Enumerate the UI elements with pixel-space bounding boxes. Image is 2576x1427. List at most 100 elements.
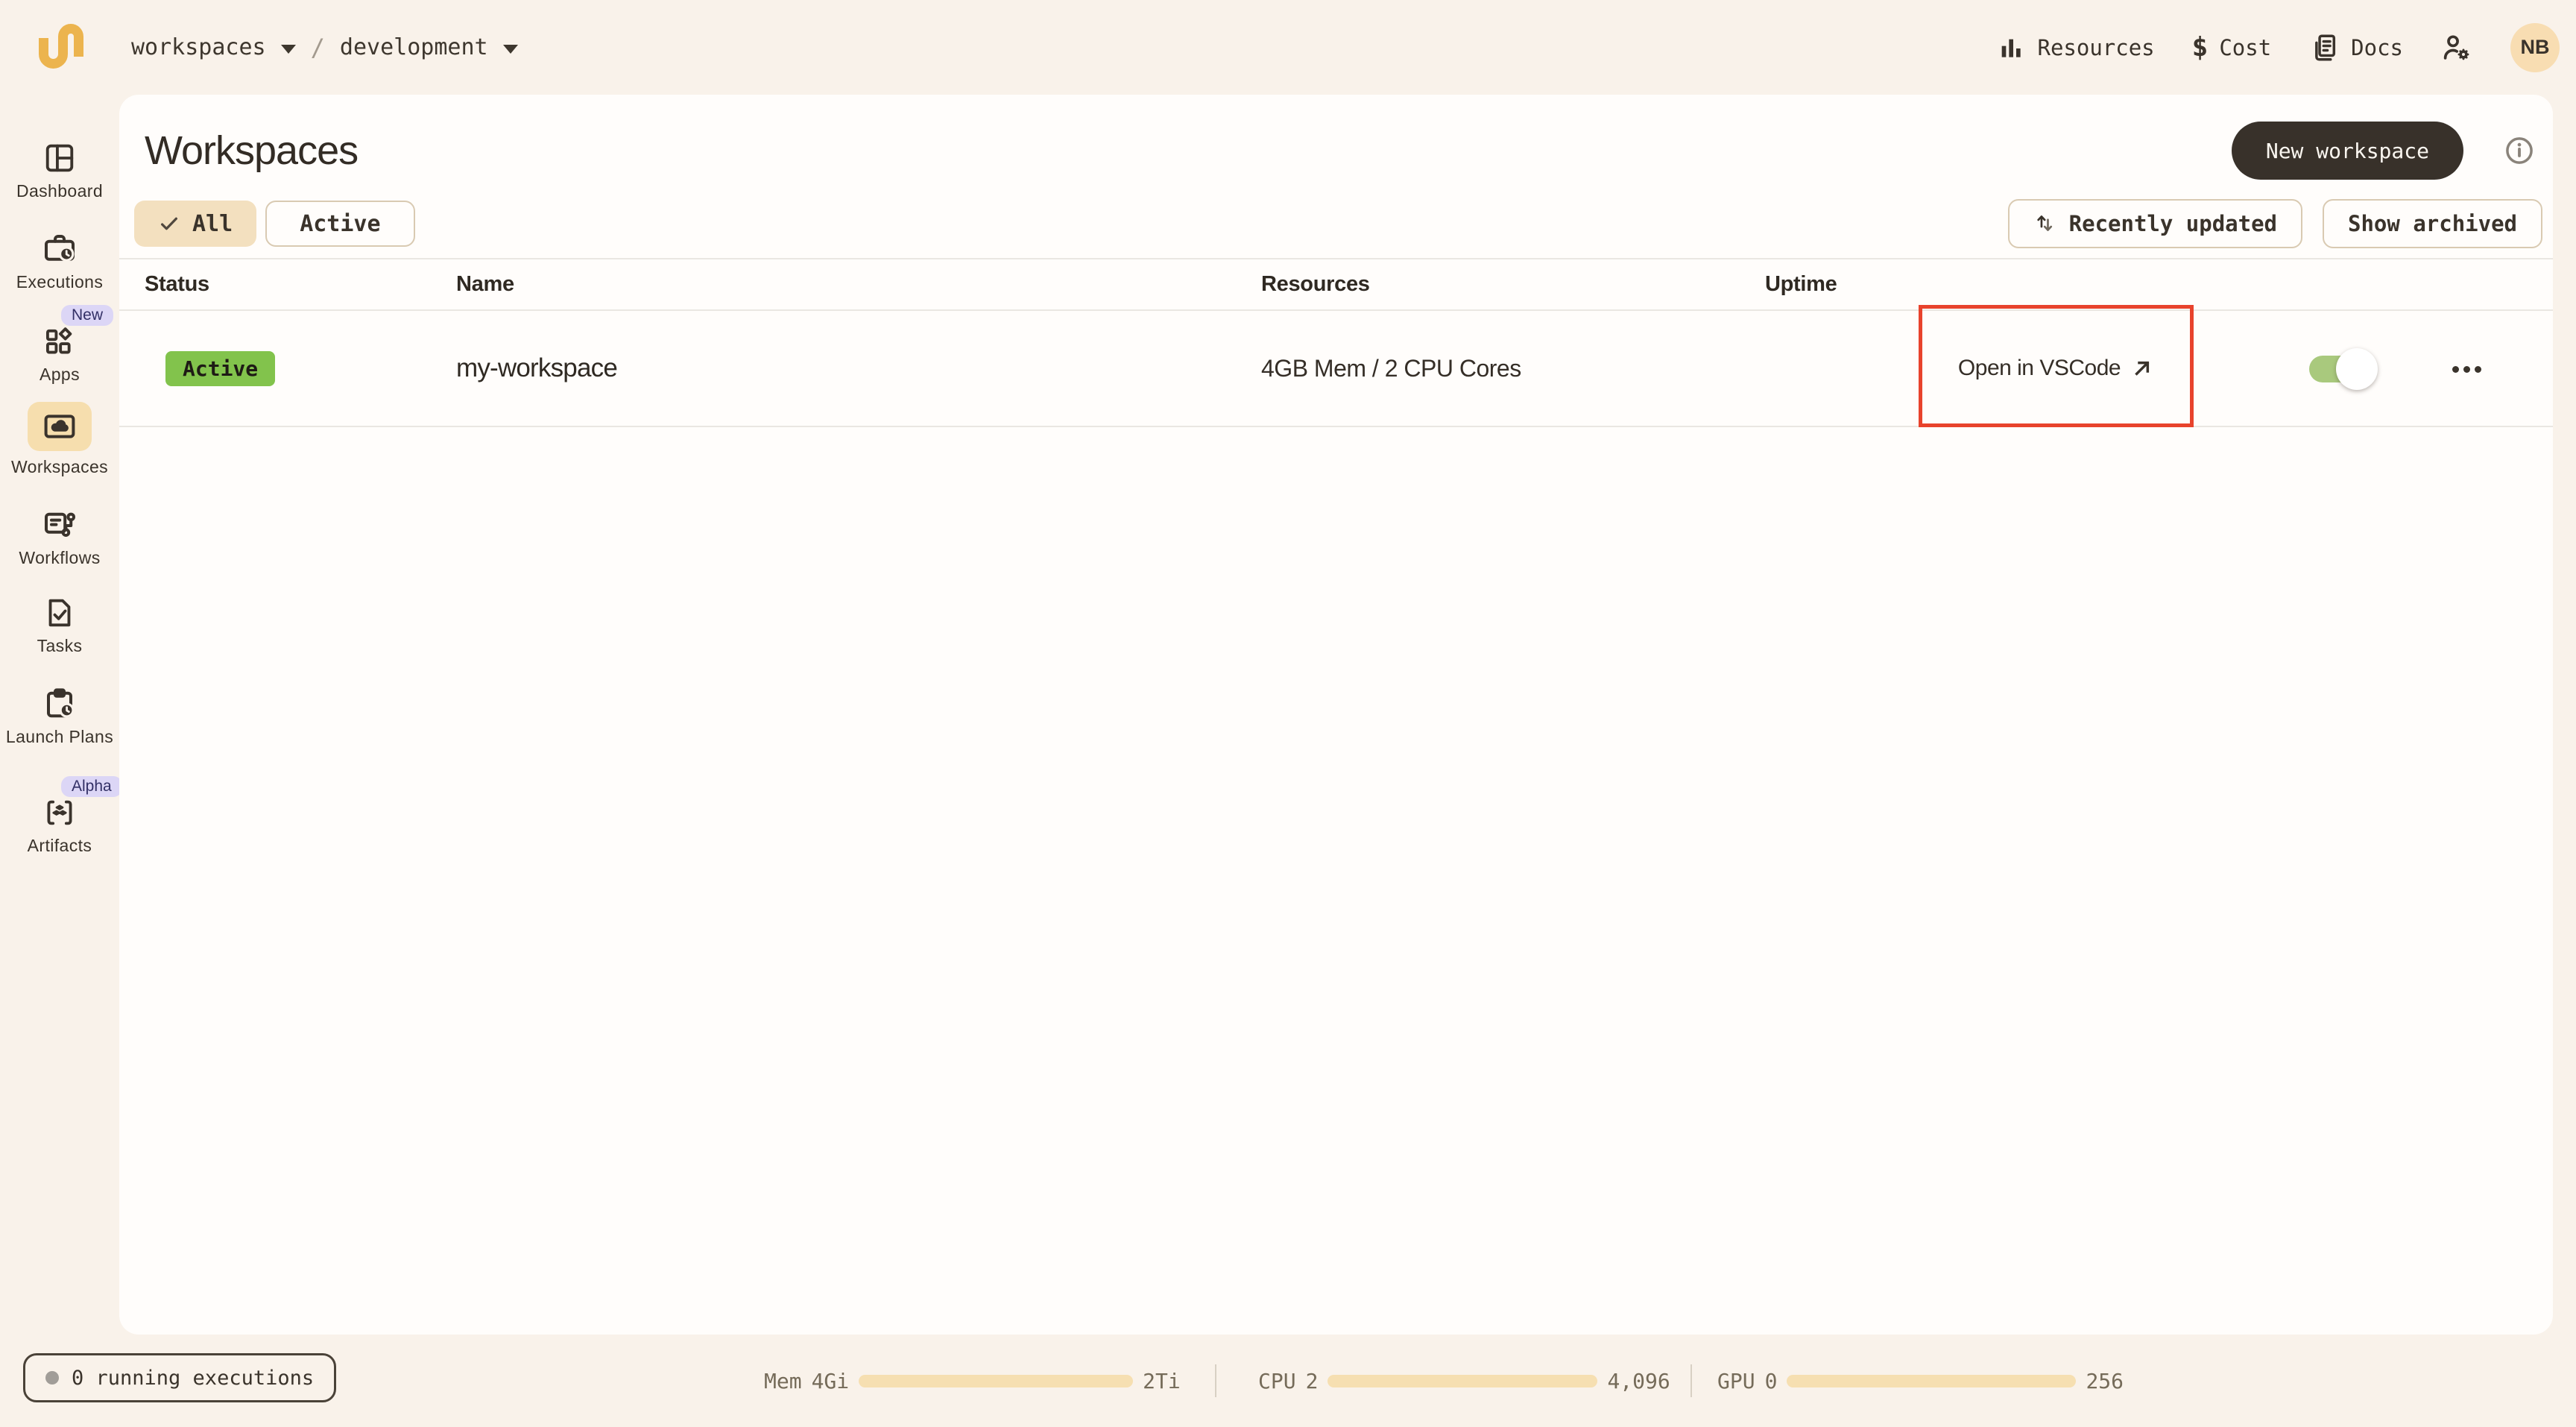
- gpu-meter-capacity: 256: [2086, 1369, 2124, 1393]
- info-button[interactable]: [2504, 135, 2535, 166]
- active-item-highlight: [28, 402, 92, 451]
- column-header-name: Name: [456, 259, 514, 309]
- check-icon: [158, 212, 180, 235]
- filter-row: All Active Recently updated Show archive…: [134, 199, 2542, 248]
- sidebar-item-executions[interactable]: Executions: [0, 230, 119, 292]
- meter-divider: [1215, 1364, 1216, 1397]
- sidebar-item-dashboard[interactable]: Dashboard: [0, 141, 119, 201]
- union-logo-icon: [37, 23, 84, 69]
- nav-resources-label: Resources: [2037, 35, 2154, 60]
- gpu-meter-bar: [1787, 1375, 2076, 1387]
- workflows-icon: [42, 506, 78, 542]
- sidebar-item-label: Apps: [0, 365, 119, 385]
- alpha-badge: Alpha: [61, 776, 122, 797]
- status-bar: 0 running executions Mem 4Gi 2Ti CPU 2 4…: [0, 1335, 2576, 1427]
- breadcrumb-domain[interactable]: development: [340, 34, 488, 60]
- memory-meter-bar: [859, 1375, 1133, 1387]
- status-cell: Active: [165, 311, 275, 426]
- launch-plans-icon: [42, 685, 78, 721]
- top-bar: workspaces / development Resources $ Cos…: [0, 0, 2576, 95]
- nav-cost[interactable]: $ Cost: [2192, 32, 2272, 63]
- filter-all-label: All: [192, 211, 233, 237]
- info-icon: [2504, 135, 2535, 166]
- bar-chart-icon: [1996, 33, 2026, 63]
- main-panel: Workspaces New workspace All Active: [119, 95, 2553, 1335]
- ellipsis-icon: [2452, 366, 2459, 373]
- sidebar: Dashboard Executions New Apps Workspaces: [0, 95, 119, 1335]
- table-row[interactable]: Active my-workspace 4GB Mem / 2 CPU Core…: [119, 311, 2553, 427]
- workspaces-table: Status Name Resources Uptime Active my-w…: [119, 258, 2553, 427]
- executions-icon: [42, 230, 78, 266]
- sidebar-item-label: Dashboard: [0, 182, 119, 201]
- filter-active-label: Active: [300, 211, 380, 237]
- workspaces-icon: [42, 409, 78, 444]
- open-in-vscode-link[interactable]: Open in VSCode: [1919, 311, 2194, 426]
- nav-resources[interactable]: Resources: [1996, 33, 2154, 63]
- chevron-down-icon[interactable]: [281, 45, 296, 54]
- sidebar-item-label: Workflows: [0, 549, 119, 568]
- filter-active-chip[interactable]: Active: [265, 201, 414, 247]
- external-link-arrow-icon: [2130, 356, 2154, 380]
- top-nav: Resources $ Cost Docs NB: [1996, 0, 2560, 95]
- breadcrumb: workspaces / development: [131, 0, 518, 95]
- avatar-initials: NB: [2521, 36, 2550, 59]
- sort-button[interactable]: Recently updated: [2008, 199, 2302, 248]
- sidebar-item-launch-plans[interactable]: Launch Plans: [0, 685, 119, 747]
- sidebar-item-apps[interactable]: New Apps: [0, 324, 119, 385]
- table-header: Status Name Resources Uptime: [119, 258, 2553, 311]
- name-cell: my-workspace: [456, 311, 617, 426]
- status-dot-icon: [45, 1371, 59, 1385]
- avatar[interactable]: NB: [2510, 23, 2560, 72]
- gpu-meter: GPU 0 256: [1717, 1335, 2124, 1427]
- union-logo[interactable]: [37, 23, 84, 69]
- new-workspace-button[interactable]: New workspace: [2232, 122, 2463, 180]
- gpu-meter-used: 0: [1765, 1369, 1778, 1393]
- nav-cost-label: Cost: [2219, 35, 2271, 60]
- nav-docs-label: Docs: [2351, 35, 2403, 60]
- panel-header: Workspaces New workspace: [119, 95, 2553, 199]
- nav-docs[interactable]: Docs: [2308, 32, 2403, 63]
- sidebar-item-tasks[interactable]: Tasks: [0, 596, 119, 656]
- show-archived-button[interactable]: Show archived: [2323, 199, 2542, 248]
- resources-cell: 4GB Mem / 2 CPU Cores: [1261, 311, 1521, 426]
- sidebar-item-workspaces[interactable]: Workspaces: [0, 402, 119, 477]
- meter-divider: [1690, 1364, 1692, 1397]
- running-executions-label: 0 running executions: [72, 1367, 314, 1390]
- sidebar-item-label: Launch Plans: [0, 728, 119, 747]
- sidebar-item-label: Tasks: [0, 637, 119, 656]
- filter-all-chip[interactable]: All: [134, 201, 256, 247]
- cpu-meter: CPU 2 4,096: [1258, 1335, 1670, 1427]
- user-settings-button[interactable]: [2440, 31, 2473, 64]
- workspace-name: my-workspace: [456, 353, 617, 383]
- status-badge: Active: [165, 351, 275, 386]
- sort-button-label: Recently updated: [2069, 211, 2277, 236]
- chevron-down-icon[interactable]: [503, 45, 518, 54]
- running-executions-button[interactable]: 0 running executions: [23, 1353, 336, 1402]
- open-in-vscode-label: Open in VSCode: [1958, 356, 2121, 381]
- workspace-resources: 4GB Mem / 2 CPU Cores: [1261, 355, 1521, 382]
- list-controls: Recently updated Show archived: [2008, 199, 2542, 248]
- sidebar-item-label: Artifacts: [0, 837, 119, 856]
- sidebar-item-artifacts[interactable]: Alpha Artifacts: [0, 796, 119, 856]
- column-header-resources: Resources: [1261, 259, 1370, 309]
- new-badge: New: [61, 305, 113, 326]
- sidebar-item-workflows[interactable]: Workflows: [0, 506, 119, 568]
- row-menu-button[interactable]: [2452, 311, 2481, 427]
- breadcrumb-project[interactable]: workspaces: [131, 34, 266, 60]
- memory-meter-used: 4Gi: [812, 1369, 850, 1393]
- apps-icon: [42, 324, 77, 359]
- page-title: Workspaces: [145, 127, 2232, 174]
- memory-meter: Mem 4Gi 2Ti: [764, 1335, 1181, 1427]
- memory-meter-capacity: 2Ti: [1143, 1369, 1181, 1393]
- docs-icon: [2308, 32, 2340, 63]
- cpu-meter-label: CPU: [1258, 1369, 1296, 1393]
- sidebar-item-label: Executions: [0, 273, 119, 292]
- dollar-icon: $: [2192, 32, 2209, 63]
- memory-meter-label: Mem: [764, 1369, 802, 1393]
- dashboard-icon: [42, 141, 77, 175]
- show-archived-label: Show archived: [2348, 211, 2517, 236]
- workspace-on-toggle[interactable]: [2309, 356, 2369, 382]
- tasks-icon: [42, 596, 77, 630]
- gpu-meter-label: GPU: [1717, 1369, 1755, 1393]
- column-header-status: Status: [145, 259, 209, 309]
